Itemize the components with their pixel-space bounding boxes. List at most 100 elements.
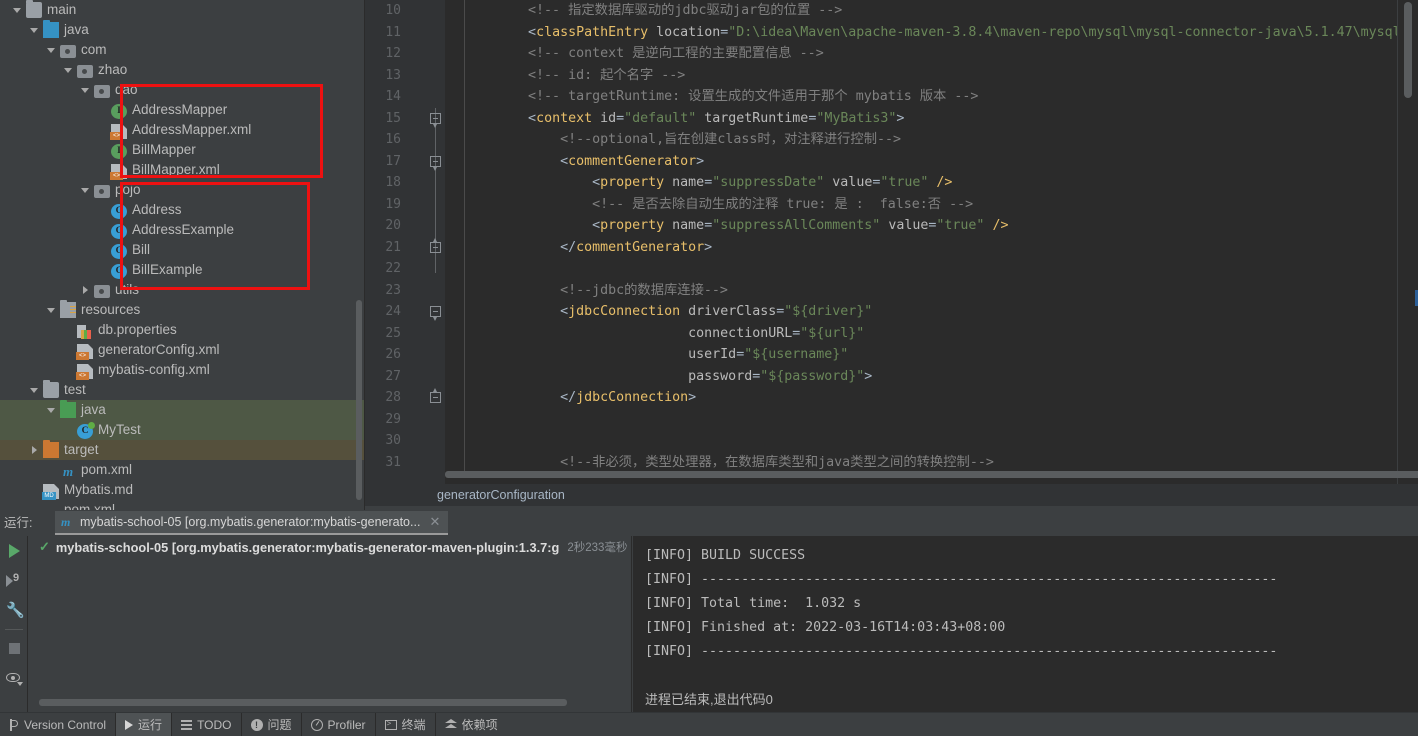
- run-tab[interactable]: m mybatis-school-05 [org.mybatis.generat…: [55, 511, 449, 535]
- code-line[interactable]: 24 <jdbcConnection driverClass="${driver…: [365, 301, 1418, 323]
- chevron-down-icon[interactable]: [29, 385, 39, 395]
- tree-item-billexample[interactable]: C BillExample: [0, 260, 365, 280]
- tree-item-test[interactable]: test: [0, 380, 365, 400]
- tree-item-dao[interactable]: dao: [0, 80, 365, 100]
- run-tree[interactable]: ✓ mybatis-school-05 [org.mybatis.generat…: [29, 536, 632, 712]
- tree-item-com[interactable]: com: [0, 40, 365, 60]
- tree-item-mybatis-md[interactable]: Mybatis.md: [0, 480, 365, 500]
- fold-marker-icon[interactable]: [430, 155, 442, 171]
- breadcrumb[interactable]: generatorConfiguration: [365, 484, 1418, 510]
- tree-item-pom-xml[interactable]: mpom.xml: [0, 460, 365, 480]
- line-number: 26: [385, 347, 401, 362]
- status-bar-item-version-control[interactable]: Version Control: [0, 713, 115, 736]
- tree-item-utils[interactable]: utils: [0, 280, 365, 300]
- code-line[interactable]: 31 <!--非必须，类型处理器，在数据库类型和java类型之间的转换控制-->: [365, 452, 1418, 474]
- code-text: <classPathEntry location="D:\idea\Maven\…: [464, 24, 1418, 40]
- code-line[interactable]: 11 <classPathEntry location="D:\idea\Mav…: [365, 22, 1418, 44]
- tree-item-mybatis-config-xml[interactable]: mybatis-config.xml: [0, 360, 365, 380]
- tree-item-pojo[interactable]: pojo: [0, 180, 365, 200]
- run-tree-row[interactable]: ✓ mybatis-school-05 [org.mybatis.generat…: [29, 536, 631, 558]
- chevron-down-icon[interactable]: [46, 305, 56, 315]
- tree-item-label: pojo: [115, 182, 141, 197]
- code-line[interactable]: 21 </commentGenerator>: [365, 237, 1418, 259]
- package-icon: [94, 84, 110, 98]
- code-line[interactable]: 18 <property name="suppressDate" value="…: [365, 172, 1418, 194]
- settings-button[interactable]: 🔧: [0, 596, 28, 626]
- code-line[interactable]: 13 <!-- id: 起个名字 -->: [365, 65, 1418, 87]
- rerun-button[interactable]: [0, 566, 28, 596]
- tree-item-billmapper-xml[interactable]: BillMapper.xml: [0, 160, 365, 180]
- code-line[interactable]: 23 <!--jdbc的数据库连接-->: [365, 280, 1418, 302]
- code-line[interactable]: 22: [365, 258, 1418, 280]
- tree-item-address[interactable]: C Address: [0, 200, 365, 220]
- status-bar-item--[interactable]: ! 问题: [242, 713, 301, 736]
- status-bar-item-profiler[interactable]: Profiler: [302, 713, 375, 736]
- tree-item-java[interactable]: java: [0, 400, 365, 420]
- code-line[interactable]: 26 userId="${username}": [365, 344, 1418, 366]
- status-bar-item--[interactable]: 依赖项: [436, 713, 507, 736]
- code-line[interactable]: 19 <!-- 是否去除自动生成的注释 true: 是 : false:否 --…: [365, 194, 1418, 216]
- code-line[interactable]: 12 <!-- context 是逆向工程的主要配置信息 -->: [365, 43, 1418, 65]
- code-line[interactable]: 27 password="${password}">: [365, 366, 1418, 388]
- chevron-right-icon[interactable]: [29, 445, 39, 455]
- status-bar-item--[interactable]: 运行: [116, 712, 172, 736]
- editor-vertical-scrollbar[interactable]: [1404, 2, 1412, 98]
- tree-item-mytest[interactable]: C MyTest: [0, 420, 365, 440]
- fold-marker-icon[interactable]: [430, 237, 442, 254]
- tree-item-addressmapper-xml[interactable]: AddressMapper.xml: [0, 120, 365, 140]
- code-line[interactable]: 15 <context id="default" targetRuntime="…: [365, 108, 1418, 130]
- tree-item-java[interactable]: java: [0, 20, 365, 40]
- fold-marker-icon[interactable]: [430, 112, 442, 128]
- term-icon: [384, 719, 397, 730]
- status-bar-item--[interactable]: 终端: [376, 713, 435, 736]
- tree-item-billmapper[interactable]: I BillMapper: [0, 140, 365, 160]
- code-line[interactable]: 17 <commentGenerator>: [365, 151, 1418, 173]
- code-text: <context id="default" targetRuntime="MyB…: [464, 110, 905, 126]
- fold-marker-icon[interactable]: [430, 388, 442, 404]
- chevron-down-icon[interactable]: [46, 405, 56, 415]
- code-line[interactable]: 29: [365, 409, 1418, 431]
- console-output[interactable]: [INFO] BUILD SUCCESS [INFO] -------------…: [633, 536, 1418, 712]
- close-icon[interactable]: ✕: [429, 514, 440, 530]
- tree-item-main[interactable]: main: [0, 0, 365, 20]
- success-check-icon: ✓: [39, 539, 50, 554]
- tree-item-bill[interactable]: C Bill: [0, 240, 365, 260]
- tree-item-generatorconfig-xml[interactable]: generatorConfig.xml: [0, 340, 365, 360]
- tree-item-zhao[interactable]: zhao: [0, 60, 365, 80]
- chevron-down-icon[interactable]: [63, 65, 73, 75]
- tree-item-pom-xml[interactable]: mpom.xml: [0, 500, 365, 510]
- code-line[interactable]: 14 <!-- targetRuntime: 设置生成的文件适用于那个 myba…: [365, 86, 1418, 108]
- code-line[interactable]: 28 </jdbcConnection>: [365, 387, 1418, 409]
- tree-item-addressmapper[interactable]: I AddressMapper: [0, 100, 365, 120]
- code-editor[interactable]: 10 <!-- 指定数据库驱动的jdbc驱动jar包的位置 --> 11 <cla…: [365, 0, 1418, 484]
- project-tree-panel[interactable]: mainjavacomzhaodaoIAddressMapperAddressM…: [0, 0, 365, 510]
- chevron-down-icon[interactable]: [46, 45, 56, 55]
- tree-item-target[interactable]: target: [0, 440, 365, 460]
- status-bar-item-todo[interactable]: TODO: [172, 713, 240, 736]
- chevron-right-icon[interactable]: [80, 285, 90, 295]
- code-line[interactable]: 10 <!-- 指定数据库驱动的jdbc驱动jar包的位置 -->: [365, 0, 1418, 22]
- line-number: 25: [385, 325, 401, 341]
- tree-item-addressexample[interactable]: C AddressExample: [0, 220, 365, 240]
- code-text: <!--非必须，类型处理器，在数据库类型和java类型之间的转换控制-->: [464, 454, 994, 470]
- chevron-down-icon[interactable]: [29, 25, 39, 35]
- tree-item-resources[interactable]: resources: [0, 300, 365, 320]
- run-tree-horizontal-scrollbar[interactable]: [39, 699, 567, 706]
- code-line[interactable]: 16 <!--optional,旨在创建class时，对注释进行控制-->: [365, 129, 1418, 151]
- project-tree-scrollbar[interactable]: [356, 300, 362, 500]
- tree-item-label: generatorConfig.xml: [98, 342, 220, 357]
- editor-horizontal-scrollbar[interactable]: [445, 471, 1418, 478]
- chevron-down-icon[interactable]: [12, 5, 22, 15]
- fold-marker-icon[interactable]: [430, 306, 442, 321]
- show-button[interactable]: [0, 663, 28, 693]
- chevron-down-icon[interactable]: [80, 185, 90, 195]
- editor-marker-rail[interactable]: [1397, 0, 1418, 484]
- run-button[interactable]: [0, 536, 28, 566]
- stop-button[interactable]: [0, 633, 28, 663]
- tree-item-db-properties[interactable]: db.properties: [0, 320, 365, 340]
- code-line[interactable]: 25 connectionURL="${url}": [365, 323, 1418, 345]
- code-line[interactable]: 20 <property name="suppressAllComments" …: [365, 215, 1418, 237]
- code-line[interactable]: 30: [365, 430, 1418, 452]
- chevron-down-icon[interactable]: [80, 85, 90, 95]
- breadcrumb-label[interactable]: generatorConfiguration: [437, 484, 565, 506]
